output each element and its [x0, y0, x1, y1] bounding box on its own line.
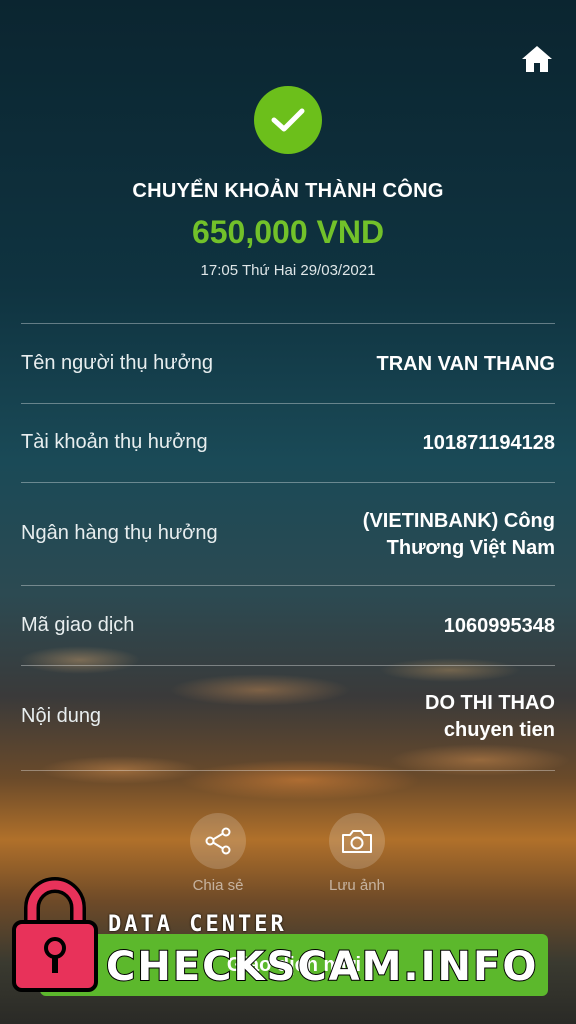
beneficiary-name-label: Tên người thụ hưởng — [21, 352, 214, 374]
transaction-id-label: Mã giao dịch — [21, 614, 135, 636]
content-value: DO THI THAO chuyen tien — [425, 692, 555, 741]
beneficiary-account-value: 101871194128 — [422, 432, 555, 454]
status-title: CHUYỂN KHOẢN THÀNH CÔNG — [132, 180, 444, 202]
transaction-id-value: 1060995348 — [443, 615, 555, 637]
divider — [21, 585, 555, 586]
divider — [21, 665, 555, 666]
lock-icon — [10, 876, 100, 994]
divider — [21, 482, 555, 483]
background-sunset-clouds — [0, 600, 576, 900]
beneficiary-bank-label: Ngân hàng thụ hưởng — [21, 522, 218, 544]
transfer-datetime: 17:05 Thứ Hai 29/03/2021 — [200, 262, 376, 279]
content-label: Nội dung — [21, 705, 102, 727]
save-image-label: Lưu ảnh — [329, 877, 385, 894]
beneficiary-bank-value: (VIETINBANK) Công Thương Việt Nam — [362, 510, 555, 559]
home-icon[interactable] — [520, 44, 554, 74]
beneficiary-name-value: TRAN VAN THANG — [376, 353, 555, 375]
beneficiary-account-label: Tài khoản thụ hưởng — [21, 431, 208, 453]
check-icon — [254, 86, 322, 154]
watermark-line2: CHECKSCAM.INFO — [105, 943, 539, 991]
divider — [21, 323, 555, 324]
divider — [21, 403, 555, 404]
watermark-line1: DATA CENTER — [108, 912, 287, 937]
share-label: Chia sẻ — [192, 877, 244, 894]
divider — [21, 770, 555, 771]
transfer-amount: 650,000 VND — [191, 214, 385, 250]
share-icon — [190, 813, 246, 869]
share-button[interactable]: Chia sẻ — [168, 813, 268, 894]
save-image-button[interactable]: Lưu ảnh — [307, 813, 407, 894]
camera-icon — [329, 813, 385, 869]
